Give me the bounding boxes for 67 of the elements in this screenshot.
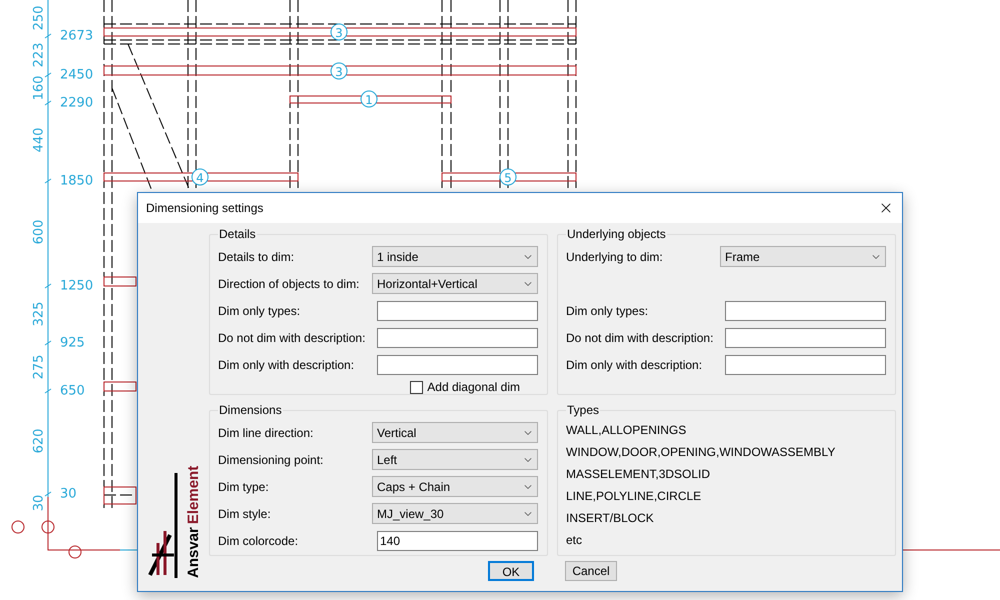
- callout-bubble: 4: [192, 168, 208, 186]
- dropdown[interactable]: 1 inside: [372, 246, 538, 267]
- logo-brand-text: Ansvar: [186, 527, 201, 578]
- text-field[interactable]: [725, 300, 886, 320]
- dimension-label: 160: [32, 76, 46, 100]
- dimension-label: 440: [32, 128, 46, 152]
- type-entry: LINE,POLYLINE,CIRCLE: [566, 488, 702, 505]
- type-entry: etc: [566, 532, 584, 549]
- group-title: Dimensions: [218, 402, 283, 419]
- dropdown[interactable]: MJ_view_30: [372, 503, 538, 524]
- text-field[interactable]: [725, 354, 886, 374]
- level-label: 1250: [60, 278, 94, 294]
- type-entry: INSERT/BLOCK: [566, 510, 655, 527]
- dropdown[interactable]: Left: [372, 449, 538, 470]
- dropdown[interactable]: Frame: [720, 246, 886, 267]
- callout-bubble: 3: [330, 24, 348, 40]
- dimension-label: 620: [32, 428, 46, 454]
- dimension-label: 325: [32, 302, 46, 326]
- ok-button[interactable]: OK: [488, 561, 534, 581]
- level-label: 30: [60, 486, 77, 502]
- dropdown[interactable]: Vertical: [372, 422, 538, 443]
- window-title: Dimensioning settings: [146, 200, 264, 217]
- checkbox-label: Add diagonal dim: [427, 379, 520, 396]
- field-label: Dim only with description:: [218, 356, 354, 374]
- cancel-button[interactable]: Cancel: [565, 561, 617, 581]
- field-label: Do not dim with description:: [566, 330, 714, 346]
- field-label: Dim colorcode:: [218, 532, 298, 550]
- group-title: Underlying objects: [566, 226, 667, 243]
- group-title: Types: [566, 402, 600, 419]
- callout-bubble: 3: [330, 62, 348, 80]
- field-label: Dim type:: [218, 478, 269, 496]
- type-entry: WALL,ALLOPENINGS: [566, 422, 688, 439]
- group-title: Details: [218, 226, 257, 243]
- text-field[interactable]: [377, 300, 538, 320]
- callout-bubble: 1: [360, 90, 378, 108]
- dropdown[interactable]: Caps + Chain: [372, 476, 538, 497]
- dimension-label: 30: [32, 494, 46, 512]
- field-label: Dimensioning point:: [218, 452, 324, 468]
- callout-bubble: 5: [500, 168, 516, 186]
- field-label: Dim style:: [218, 506, 271, 522]
- type-entry: MASSELEMENT,3DSOLID: [566, 466, 712, 483]
- level-label: 2290: [60, 96, 94, 110]
- dropdown[interactable]: Horizontal+Vertical: [372, 273, 538, 294]
- level-label: 2450: [60, 68, 94, 82]
- level-label: 1850: [60, 174, 94, 188]
- field-label: Dim only types:: [566, 302, 648, 320]
- field-label: Dim line direction:: [218, 424, 314, 442]
- level-label: 925: [60, 336, 85, 350]
- type-entry: WINDOW,DOOR,OPENING,WINDOWASSEMBLY: [566, 444, 836, 461]
- dimension-label: 250: [32, 6, 46, 30]
- text-field[interactable]: [377, 354, 538, 374]
- text-field[interactable]: [377, 328, 538, 348]
- field-label: Details to dim:: [218, 248, 294, 266]
- checkbox[interactable]: [410, 380, 424, 394]
- field-label: Dim only types:: [218, 302, 300, 320]
- level-label: 650: [60, 384, 85, 398]
- text-field[interactable]: [725, 328, 886, 348]
- field-label: Underlying to dim:: [566, 248, 663, 266]
- field-label: Direction of objects to dim:: [218, 276, 360, 292]
- level-label: 2673: [60, 28, 94, 44]
- field-label: Dim only with description:: [566, 356, 702, 374]
- logo-product-text: Element: [186, 466, 201, 524]
- field-label: Do not dim with description:: [218, 330, 366, 346]
- dimension-label: 600: [32, 220, 46, 244]
- text-field[interactable]: 140: [377, 530, 538, 550]
- dimension-label: 223: [32, 42, 46, 68]
- dimension-label: 275: [32, 354, 46, 380]
